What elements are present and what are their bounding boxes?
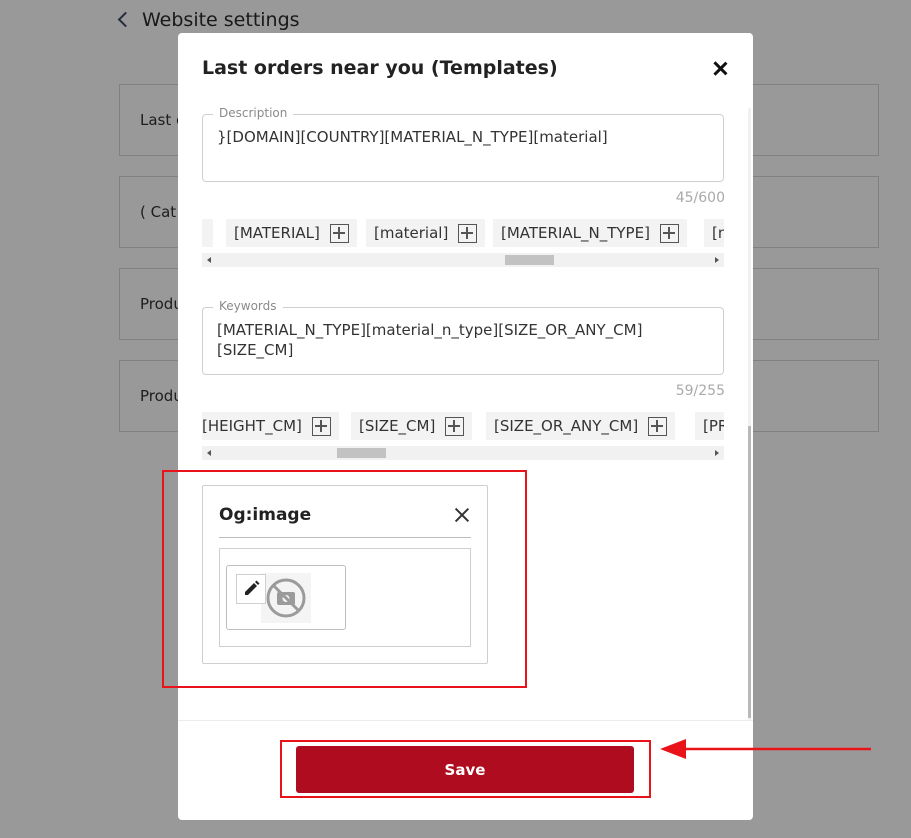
keywords-label: Keywords <box>213 299 283 313</box>
chip[interactable]: [SIZE_OR_ANY_CM] <box>486 412 676 440</box>
keywords-input[interactable]: [MATERIAL_N_TYPE][material_n_type][SIZE_… <box>217 320 711 360</box>
chip-label: [HEIGHT_CM] <box>202 417 302 435</box>
close-icon[interactable] <box>453 506 471 524</box>
description-field[interactable]: Description }[DOMAIN][COUNTRY][MATERIAL_… <box>202 106 724 182</box>
description-input[interactable]: }[DOMAIN][COUNTRY][MATERIAL_N_TYPE][mate… <box>217 127 711 147</box>
plus-icon[interactable] <box>659 223 679 243</box>
chip-label: [material] <box>374 224 449 242</box>
plus-icon[interactable] <box>458 223 478 243</box>
chip[interactable]: [SIZE_CM] <box>351 412 473 440</box>
keywords-chips-scrollbar[interactable] <box>202 446 724 460</box>
save-button[interactable]: Save <box>296 746 634 793</box>
scroll-right-icon[interactable] <box>715 257 719 263</box>
description-counter: 45/600 <box>675 190 725 206</box>
scrollbar-thumb[interactable] <box>505 255 554 265</box>
og-image-card: Og:image <box>202 485 488 664</box>
modal-title: Last orders near you (Templates) <box>202 57 558 79</box>
edit-pencil-icon[interactable] <box>236 574 266 604</box>
divider <box>219 537 471 538</box>
chip-label: [MATERIAL] <box>234 224 320 242</box>
description-chips: - [MATERIAL] [material] [MATERIAL_N_TYPE… <box>202 219 724 249</box>
chip-label: [MATERIAL_N_TYPE] <box>501 224 650 242</box>
scroll-right-icon[interactable] <box>715 450 719 456</box>
scrollbar-thumb[interactable] <box>337 448 386 458</box>
og-image-upload-area[interactable] <box>219 548 471 647</box>
og-image-thumbnail[interactable] <box>226 565 346 630</box>
footer-divider <box>178 720 753 721</box>
chip-label: [SIZE_OR_ANY_CM] <box>494 417 639 435</box>
keywords-field[interactable]: Keywords [MATERIAL_N_TYPE][material_n_ty… <box>202 299 724 375</box>
vertical-scrollbar-thumb[interactable] <box>748 426 751 718</box>
scroll-left-icon[interactable] <box>207 450 211 456</box>
og-image-title: Og:image <box>219 505 312 525</box>
chip[interactable]: [PR <box>695 412 724 440</box>
scroll-left-icon[interactable] <box>207 257 211 263</box>
chip[interactable]: [n <box>704 219 724 247</box>
close-icon[interactable] <box>708 57 732 81</box>
keywords-chips: [HEIGHT_CM] [SIZE_CM] [SIZE_OR_ANY_CM] [… <box>202 412 724 442</box>
chip-label: [PR <box>703 417 724 435</box>
chip[interactable]: [MATERIAL_N_TYPE] <box>493 219 687 247</box>
plus-icon[interactable] <box>311 416 331 436</box>
chip[interactable]: - <box>202 219 213 247</box>
chip[interactable]: [MATERIAL] <box>226 219 357 247</box>
plus-icon[interactable] <box>329 223 349 243</box>
description-label: Description <box>213 106 294 120</box>
chip-label: [n <box>712 224 724 242</box>
plus-icon[interactable] <box>648 416 668 436</box>
keywords-counter: 59/255 <box>675 383 725 399</box>
plus-icon[interactable] <box>445 416 465 436</box>
templates-modal: Last orders near you (Templates) Descrip… <box>178 33 753 820</box>
no-image-icon <box>261 573 311 623</box>
chip[interactable]: [material] <box>366 219 486 247</box>
chip-label: [SIZE_CM] <box>359 417 436 435</box>
description-chips-scrollbar[interactable] <box>202 253 724 267</box>
arrow-left-icon <box>660 739 871 759</box>
chip[interactable]: [HEIGHT_CM] <box>202 412 339 440</box>
